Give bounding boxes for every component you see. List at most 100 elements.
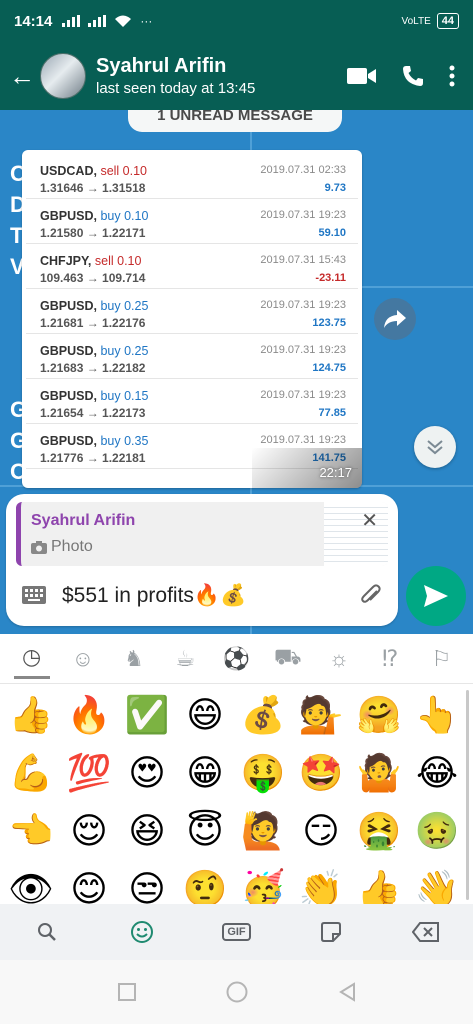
- search-icon[interactable]: [25, 910, 69, 954]
- trade-profit: 124.75: [312, 362, 346, 374]
- emoji-key[interactable]: 😁: [176, 744, 234, 802]
- trade-side: sell 0.10: [100, 164, 147, 178]
- objects-icon[interactable]: ☼: [321, 639, 357, 679]
- back-icon[interactable]: [338, 982, 356, 1002]
- trade-date: 2019.07.31 19:23: [260, 389, 346, 401]
- emoji-key[interactable]: 🙋: [234, 802, 292, 860]
- trade-row: CHFJPY, sell 0.10 109.463 → 109.714 2019.0…: [26, 244, 358, 289]
- home-icon[interactable]: [226, 981, 248, 1003]
- food-icon[interactable]: ☕: [167, 639, 203, 679]
- trade-screenshot: USDCAD, sell 0.10 1.31646 → 1.31518 2019.0…: [26, 154, 358, 484]
- chat-header: ← Syahrul Arifin last seen today at 13:4…: [0, 42, 473, 110]
- trade-profit: -23.11: [315, 272, 346, 284]
- scrollbar[interactable]: [466, 690, 469, 900]
- emoji-key[interactable]: 😄: [176, 686, 234, 744]
- flags-icon[interactable]: ⚐: [423, 639, 459, 679]
- message-composer: Syahrul Arifin Photo ✕ $551 in profits🔥💰: [6, 494, 398, 626]
- trade-row: GBPUSD, buy 0.10 1.21580 → 1.22171 2019.07…: [26, 199, 358, 244]
- trade-profit: 123.75: [312, 317, 346, 329]
- send-icon: [424, 585, 448, 607]
- emoji-key[interactable]: 😂: [408, 744, 466, 802]
- emoji-key[interactable]: 🤢: [408, 802, 466, 860]
- reply-type: Photo: [31, 538, 93, 556]
- emoji-grid: 👍 🔥 ✅ 😄 💰 💁 🤗 👆 💪 💯 😍 😁 🤑 🤩 🤷 😂 👈 😌 😆 😇 🙋 😏 🤮 🤢 👁 😊 😒 🤨 🥳 👏 👍 👋: [0, 686, 465, 918]
- trade-row: GBPUSD, buy 0.25 1.21683 → 1.22182 2019.07…: [26, 334, 358, 379]
- battery-icon: 44: [436, 13, 459, 29]
- emoji-key[interactable]: ✅: [118, 686, 176, 744]
- voice-call-icon[interactable]: [401, 64, 425, 88]
- emoji-key[interactable]: 👈: [2, 802, 60, 860]
- recents-icon[interactable]: [117, 983, 136, 1001]
- trade-side: buy 0.35: [100, 434, 149, 448]
- trade-symbol: GBPUSD,: [40, 389, 97, 403]
- emoji-key[interactable]: 🤩: [292, 744, 350, 802]
- trade-date: 2019.07.31 19:23: [260, 434, 346, 446]
- message-input[interactable]: $551 in profits🔥💰: [62, 584, 246, 608]
- emoji-key[interactable]: 🤑: [234, 744, 292, 802]
- emoji-key[interactable]: 💪: [2, 744, 60, 802]
- trade-date: 2019.07.31 19:23: [260, 344, 346, 356]
- trade-side: buy 0.10: [100, 209, 149, 223]
- reply-type-label: Photo: [51, 538, 93, 555]
- reply-author: Syahrul Arifin: [31, 512, 136, 529]
- contact-name: Syahrul Arifin: [96, 55, 227, 77]
- trade-row: USDCAD, sell 0.10 1.31646 → 1.31518 2019.0…: [26, 154, 358, 199]
- symbols-icon[interactable]: ⁉: [372, 639, 408, 679]
- emoji-key[interactable]: 😆: [118, 802, 176, 860]
- smileys-icon[interactable]: ☺: [65, 639, 101, 679]
- trade-symbol: USDCAD,: [40, 164, 97, 178]
- activity-icon[interactable]: ⚽: [218, 639, 254, 679]
- trade-prices: 1.21580 → 1.22171: [40, 226, 146, 240]
- animals-icon[interactable]: ♞: [116, 639, 152, 679]
- emoji-key[interactable]: 💯: [60, 744, 118, 802]
- forward-icon: [384, 310, 406, 328]
- sticker-icon[interactable]: [309, 910, 353, 954]
- emoji-key[interactable]: 🔥: [60, 686, 118, 744]
- last-seen: last seen today at 13:45: [96, 80, 256, 97]
- emoji-key[interactable]: 😇: [176, 802, 234, 860]
- trade-prices: 1.31646 → 1.31518: [40, 181, 146, 195]
- signal-icon: [62, 15, 81, 27]
- emoji-key[interactable]: 💰: [234, 686, 292, 744]
- trade-prices: 1.21681 → 1.22176: [40, 316, 146, 330]
- back-arrow-icon[interactable]: ←: [4, 61, 40, 92]
- more-status-icon: ···: [140, 14, 153, 28]
- camera-icon: [31, 540, 47, 554]
- emoji-key[interactable]: 😌: [60, 802, 118, 860]
- backspace-icon[interactable]: [404, 910, 448, 954]
- emoji-key[interactable]: 😏: [292, 802, 350, 860]
- forward-button[interactable]: [374, 298, 416, 340]
- reply-preview[interactable]: Syahrul Arifin Photo ✕: [16, 502, 388, 566]
- trade-prices: 1.21654 → 1.22173: [40, 406, 146, 420]
- emoji-key[interactable]: 👆: [408, 686, 466, 744]
- emoji-key[interactable]: 🤷: [350, 744, 408, 802]
- emoji-key[interactable]: 🤮: [350, 802, 408, 860]
- contact-info[interactable]: Syahrul Arifin last seen today at 13:45: [96, 55, 347, 97]
- emoji-key[interactable]: 👍: [2, 686, 60, 744]
- travel-icon[interactable]: ⛟: [270, 639, 306, 679]
- trade-date: 2019.07.31 02:33: [260, 164, 346, 176]
- unread-banner: 1 UNREAD MESSAGE: [128, 110, 342, 132]
- gif-icon[interactable]: GIF: [214, 910, 258, 954]
- trade-date: 2019.07.31 15:43: [260, 254, 346, 266]
- attachment-icon[interactable]: [358, 582, 384, 608]
- image-message[interactable]: USDCAD, sell 0.10 1.31646 → 1.31518 2019.0…: [22, 150, 362, 488]
- close-icon[interactable]: ✕: [361, 508, 378, 533]
- emoji-key[interactable]: 💁: [292, 686, 350, 744]
- emoji-key[interactable]: 😍: [118, 744, 176, 802]
- send-button[interactable]: [406, 566, 466, 626]
- video-call-icon[interactable]: [347, 66, 377, 86]
- scroll-down-button[interactable]: [414, 426, 456, 468]
- emoji-icon[interactable]: [120, 910, 164, 954]
- trade-profit: 59.10: [318, 227, 346, 239]
- emoji-key[interactable]: 🤗: [350, 686, 408, 744]
- trade-row: GBPUSD, buy 0.25 1.21681 → 1.22176 2019.07…: [26, 289, 358, 334]
- trade-symbol: GBPUSD,: [40, 434, 97, 448]
- recent-icon[interactable]: ◷: [13, 639, 50, 679]
- trade-prices: 1.21683 → 1.22182: [40, 361, 146, 375]
- reply-thumbnail: [324, 502, 388, 566]
- avatar[interactable]: [40, 53, 86, 99]
- more-options-icon[interactable]: [449, 65, 455, 87]
- trade-side: buy 0.15: [100, 389, 149, 403]
- keyboard-icon[interactable]: [22, 586, 46, 604]
